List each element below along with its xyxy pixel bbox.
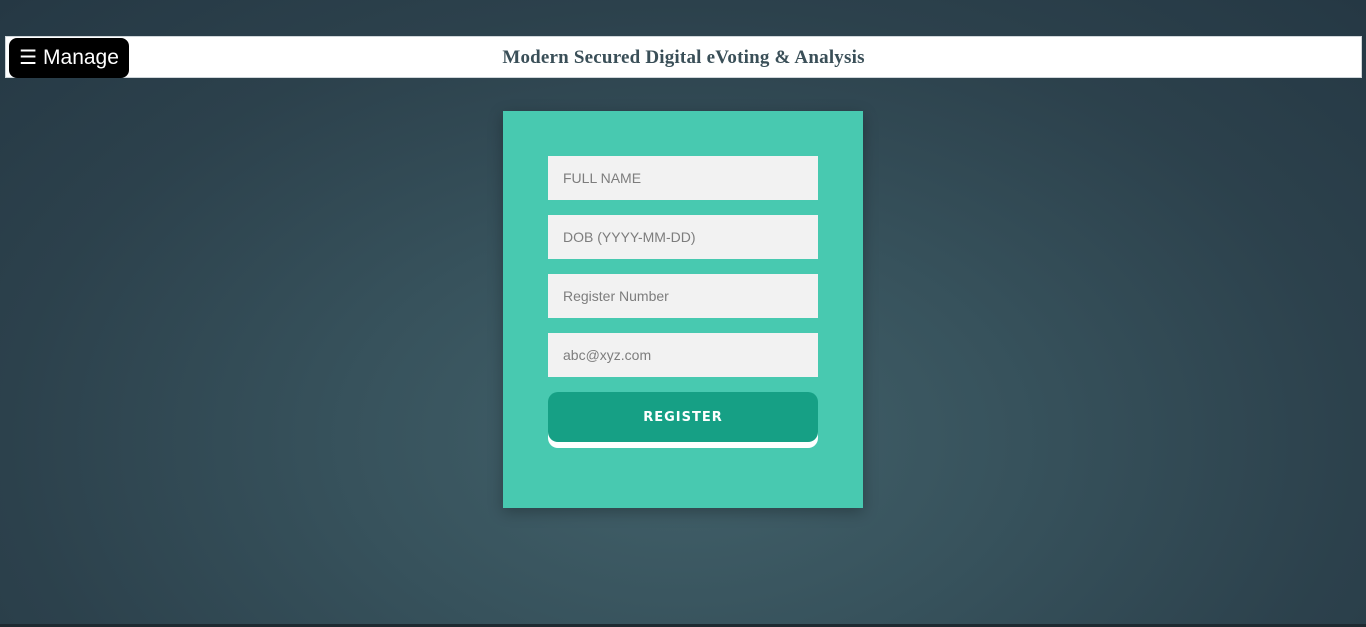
top-header-bar: ☰ Manage Modern Secured Digital eVoting … <box>5 36 1362 78</box>
registration-form-card: REGISTER <box>503 111 863 508</box>
register-number-input[interactable] <box>548 274 818 318</box>
email-input[interactable] <box>548 333 818 377</box>
manage-menu-button[interactable]: ☰ Manage <box>9 38 129 78</box>
dob-input[interactable] <box>548 215 818 259</box>
full-name-input[interactable] <box>548 156 818 200</box>
hamburger-menu-icon: ☰ <box>19 47 38 69</box>
manage-label: Manage <box>43 46 119 69</box>
register-button[interactable]: REGISTER <box>548 392 818 442</box>
page-title: Modern Secured Digital eVoting & Analysi… <box>502 47 865 68</box>
